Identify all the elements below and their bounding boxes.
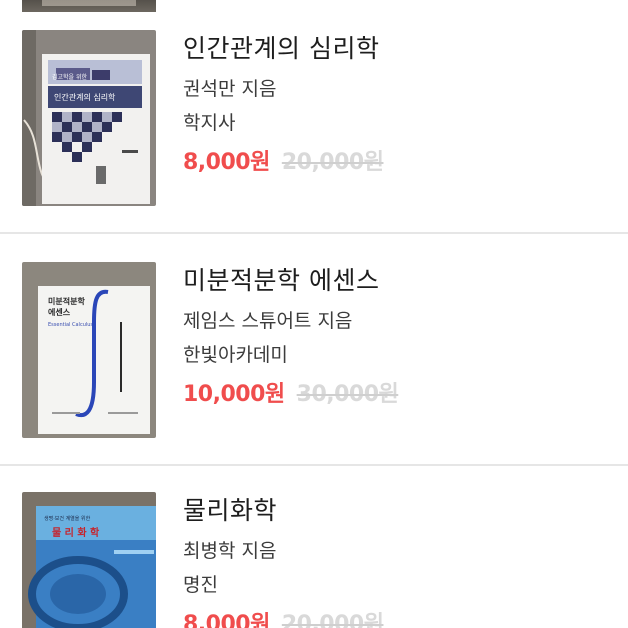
list-item[interactable]: 김고학을 위한 인간관계의 심리학 인간관계의 심리학 권석만 지음 학지사 8… (0, 0, 628, 232)
book-author: 최병학 지음 (183, 540, 277, 562)
book-publisher: 학지사 (183, 112, 236, 134)
price-row: 10,000원 30,000원 (183, 376, 608, 410)
price-row: 8,000원 20,000원 (183, 144, 608, 178)
price-row: 8,000원 20,000원 (183, 606, 608, 628)
book-cover-image[interactable]: 김고학을 위한 인간관계의 심리학 (22, 30, 156, 206)
original-price: 30,000원 (296, 382, 399, 407)
cover-title-text: 인간관계의 심리학 (54, 92, 116, 102)
sale-price: 10,000원 (183, 382, 285, 407)
cover-small-text: 생명·보건 계열을 위한 (44, 515, 91, 522)
sale-price: 8,000원 (183, 612, 270, 628)
list-item[interactable]: 생명·보건 계열을 위한 물 리 화 학 물리화학 최병학 지음 명진 8,00… (0, 464, 628, 628)
original-price: 20,000원 (281, 612, 384, 628)
book-title[interactable]: 인간관계의 심리학 (183, 30, 608, 68)
book-author: 권석만 지음 (183, 78, 277, 100)
book-cover-image[interactable]: 미분적분학 에센스 Essential Calculus (22, 262, 156, 438)
item-info: 물리화학 최병학 지음 명진 8,000원 20,000원 (183, 492, 608, 628)
cover-title-text: 물 리 화 학 (52, 526, 100, 539)
book-title[interactable]: 물리화학 (183, 492, 608, 530)
item-info: 인간관계의 심리학 권석만 지음 학지사 8,000원 20,000원 (183, 30, 608, 178)
book-listing-page: 김고학을 위한 인간관계의 심리학 인간관계의 심리학 권석만 지음 학지사 8… (0, 0, 628, 628)
original-price: 20,000원 (281, 150, 384, 175)
book-title[interactable]: 미분적분학 에센스 (183, 262, 608, 300)
book-author: 제임스 스튜어트 지음 (183, 310, 353, 332)
sale-price: 8,000원 (183, 150, 270, 175)
book-publisher: 한빛아카데미 (183, 344, 288, 366)
list-item[interactable]: 미분적분학 에센스 Essential Calculus 미분적분학 에센스 제… (0, 232, 628, 464)
cover-english-text: Essential Calculus (48, 322, 93, 328)
cover-title-text-2: 에센스 (48, 307, 71, 317)
book-publisher: 명진 (183, 574, 218, 596)
cover-title-text: 미분적분학 (48, 296, 85, 306)
book-cover-image[interactable]: 생명·보건 계열을 위한 물 리 화 학 (22, 492, 156, 628)
item-info: 미분적분학 에센스 제임스 스튜어트 지음 한빛아카데미 10,000원 30,… (183, 262, 608, 410)
cover-small-text: 김고학을 위한 (52, 73, 88, 81)
